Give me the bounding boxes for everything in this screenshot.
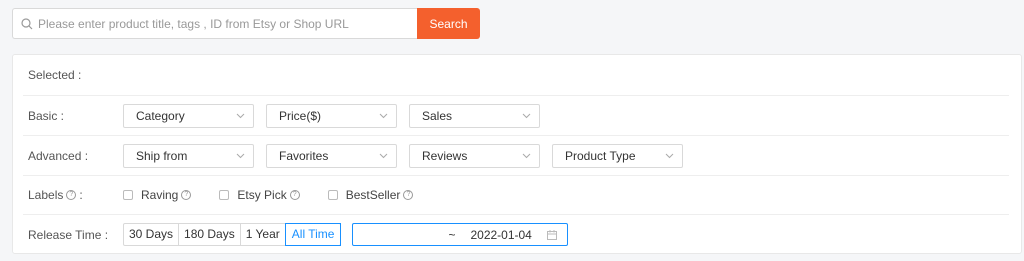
labels-label-text: Labels <box>28 188 64 202</box>
reviews-select[interactable]: Reviews <box>409 143 540 168</box>
release-time-label: Release Time : <box>28 227 109 242</box>
help-icon[interactable]: ? <box>403 190 414 200</box>
favorites-select-label: Favorites <box>279 148 329 163</box>
search-icon <box>21 17 33 29</box>
search-field[interactable] <box>12 8 417 39</box>
raving-label: Raving <box>141 188 179 202</box>
bestseller-checkbox[interactable]: BestSeller? <box>327 188 417 202</box>
release-1-year[interactable]: 1 Year <box>241 224 286 245</box>
raving-checkbox[interactable]: Raving? <box>123 188 194 202</box>
bestseller-label: BestSeller <box>345 188 401 202</box>
release-all-time[interactable]: All Time <box>284 223 342 246</box>
chevron-down-icon <box>379 113 388 118</box>
selected-label: Selected : <box>28 68 82 82</box>
search-input[interactable] <box>38 16 417 31</box>
etsy-pick-checkbox[interactable]: Etsy Pick? <box>219 188 302 202</box>
selected-row: Selected : <box>23 55 1009 96</box>
chevron-down-icon <box>522 153 531 158</box>
labels-label: Labels ? : <box>28 188 123 202</box>
ship-from-select-label: Ship from <box>136 148 188 163</box>
price-select[interactable]: Price($) <box>266 103 397 128</box>
chevron-down-icon <box>236 113 245 118</box>
chevron-down-icon <box>665 153 674 158</box>
reviews-select-label: Reviews <box>422 148 468 163</box>
search-button[interactable]: Search <box>417 8 480 39</box>
checkbox-box[interactable] <box>219 190 230 200</box>
search-bar: Search <box>12 8 480 39</box>
date-range-picker[interactable]: ~ 2022-01-04 <box>352 223 569 246</box>
date-range-separator: ~ <box>448 227 456 242</box>
labels-label-colon: : <box>79 188 83 202</box>
help-icon[interactable]: ? <box>181 190 192 200</box>
advanced-row: Advanced : Ship from Favorites Reviews P… <box>23 136 1009 176</box>
checkbox-box[interactable] <box>123 190 133 200</box>
sales-select-label: Sales <box>422 108 453 123</box>
release-180-days[interactable]: 180 Days <box>179 224 241 245</box>
favorites-select[interactable]: Favorites <box>266 143 397 168</box>
product-type-select[interactable]: Product Type <box>552 143 683 168</box>
chevron-down-icon <box>379 153 388 158</box>
release-time-row: Release Time : 30 Days 180 Days 1 Year A… <box>28 215 1009 254</box>
filter-panel: Selected : Basic : Category Price($) Sal… <box>12 54 1022 254</box>
release-time-options: 30 Days 180 Days 1 Year All Time <box>123 223 342 246</box>
basic-row: Basic : Category Price($) Sales <box>23 96 1009 136</box>
chevron-down-icon <box>522 113 531 118</box>
price-select-label: Price($) <box>279 108 322 123</box>
labels-row: Labels ? : Raving? Etsy Pick? BestSeller… <box>23 176 1009 215</box>
category-select-label: Category <box>136 108 185 123</box>
product-type-select-label: Product Type <box>565 148 636 163</box>
etsy-pick-label: Etsy Pick <box>237 188 287 202</box>
ship-from-select[interactable]: Ship from <box>123 143 254 168</box>
chevron-down-icon <box>236 153 245 158</box>
date-range-end[interactable]: 2022-01-04 <box>470 228 531 242</box>
release-30-days[interactable]: 30 Days <box>124 224 180 245</box>
sales-select[interactable]: Sales <box>409 103 540 128</box>
checkbox-box[interactable] <box>327 190 338 200</box>
category-select[interactable]: Category <box>123 103 254 128</box>
basic-label: Basic : <box>28 108 65 123</box>
calendar-icon[interactable] <box>547 230 558 240</box>
help-icon[interactable]: ? <box>66 190 77 200</box>
advanced-label: Advanced : <box>28 148 89 163</box>
help-icon[interactable]: ? <box>289 190 300 200</box>
